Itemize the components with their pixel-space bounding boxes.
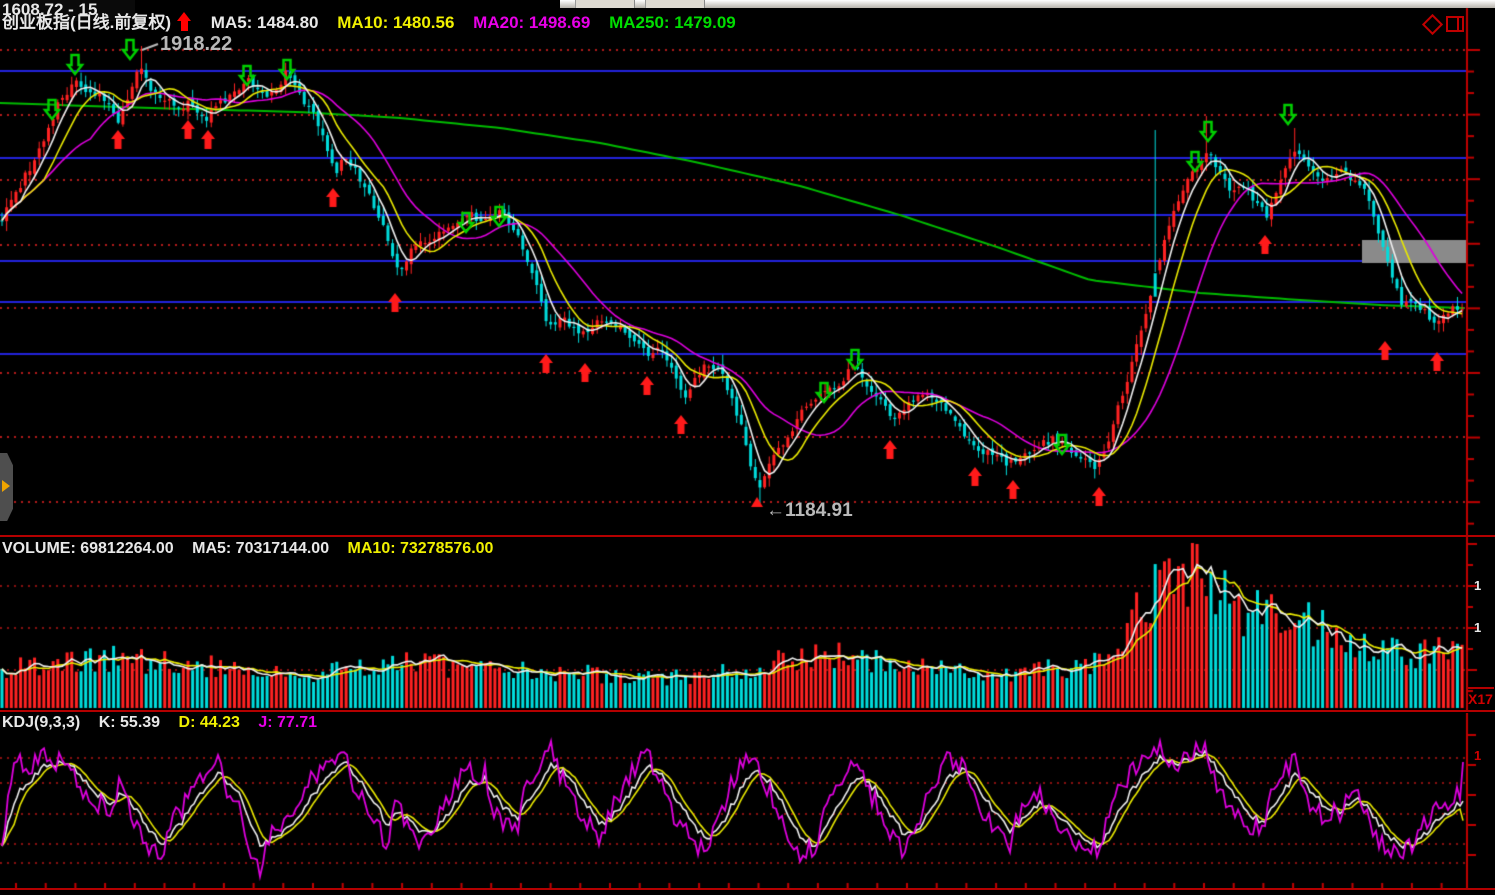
ma5-value: MA5: 1484.80 bbox=[211, 13, 319, 32]
up-arrow-icon bbox=[177, 12, 192, 31]
kdj-indicator-label: KDJ(9,3,3) bbox=[2, 714, 80, 731]
window-chrome-strip bbox=[560, 0, 1495, 8]
volume-scale-badge: X17 bbox=[1468, 687, 1494, 711]
kdj-k-value: K: 55.39 bbox=[99, 714, 160, 731]
expand-arrow-icon bbox=[2, 480, 10, 492]
kdj-axis-tick-label: 1 bbox=[1474, 748, 1481, 763]
volume-ma10-value: MA10: 73278576.00 bbox=[348, 540, 494, 557]
kdj-j-value: J: 77.71 bbox=[258, 714, 317, 731]
toolbar-tab-sliver bbox=[645, 0, 705, 8]
volume-header: VOLUME: 69812264.00 MA5: 70317144.00 MA1… bbox=[2, 540, 507, 558]
main-chart-header: 创业板指(日线.前复权) MA5: 1484.80 MA10: 1480.56 … bbox=[2, 8, 750, 33]
price-chart-canvas[interactable] bbox=[0, 0, 1495, 536]
kdj-d-value: D: 44.23 bbox=[179, 714, 240, 731]
kdj-chart-canvas[interactable] bbox=[0, 713, 1495, 888]
trough-price-label: ←1184.91 bbox=[766, 500, 853, 522]
symbol-title: 创业板指(日线.前复权) bbox=[2, 13, 171, 32]
app-root: 创业板指(日线.前复权) MA5: 1484.80 MA10: 1480.56 … bbox=[0, 0, 1495, 895]
toolbar-tab-sliver bbox=[575, 0, 635, 8]
split-window-icon[interactable] bbox=[1446, 16, 1464, 32]
volume-axis-tick-label: 1 bbox=[1474, 620, 1481, 635]
volume-value: VOLUME: 69812264.00 bbox=[2, 540, 174, 557]
ma250-value: MA250: 1479.09 bbox=[609, 13, 736, 32]
panel-divider[interactable] bbox=[0, 710, 1495, 712]
panel-divider[interactable] bbox=[0, 535, 1495, 537]
sidebar-expand-tab[interactable] bbox=[0, 453, 13, 521]
ma10-value: MA10: 1480.56 bbox=[337, 13, 454, 32]
volume-chart-canvas[interactable] bbox=[0, 537, 1495, 710]
volume-ma5-value: MA5: 70317144.00 bbox=[192, 540, 329, 557]
ma20-value: MA20: 1498.69 bbox=[473, 13, 590, 32]
kdj-header: KDJ(9,3,3) K: 55.39 D: 44.23 J: 77.71 bbox=[2, 714, 331, 732]
peak-price-label: 1918.22 bbox=[160, 33, 232, 56]
panel-bottom-border bbox=[0, 888, 1495, 890]
volume-axis-tick-label: 1 bbox=[1474, 578, 1481, 593]
